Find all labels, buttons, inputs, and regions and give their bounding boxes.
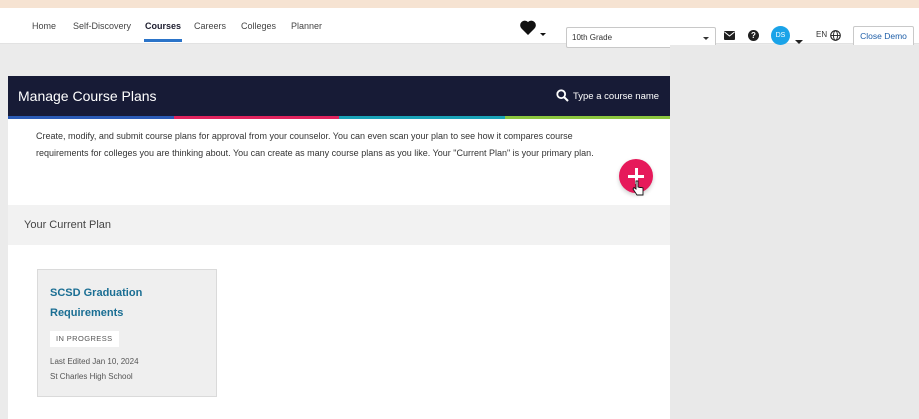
plan-meta: Last Edited Jan 10, 2024 St Charles High… [50,354,139,384]
school-name: St Charles High School [50,372,133,381]
language-label[interactable]: EN [816,25,827,45]
nav-item-colleges[interactable]: Colleges [241,8,276,44]
favorites-heart-icon[interactable] [520,17,550,37]
page-header-banner: Manage Course Plans [8,76,670,116]
nav-item-self-discovery[interactable]: Self-Discovery [73,8,131,44]
top-navigation: Home Self-Discovery Courses Careers Coll… [0,8,919,48]
chevron-down-icon[interactable] [795,40,803,44]
page-title: Manage Course Plans [18,88,157,104]
globe-icon[interactable] [830,30,841,41]
mail-icon[interactable] [724,31,735,40]
chevron-down-icon [540,33,546,36]
current-plan-section: Your Current Plan [8,205,670,245]
close-demo-button[interactable]: Close Demo [853,26,914,47]
nav-item-home[interactable]: Home [32,8,56,44]
intro-text: Create, modify, and submit course plans … [36,131,594,158]
nav-item-planner[interactable]: Planner [291,8,322,44]
chevron-down-icon [703,37,709,40]
top-strip [0,0,919,8]
last-edited: Last Edited Jan 10, 2024 [50,357,139,366]
status-badge: IN PROGRESS [50,331,119,347]
hand-cursor-icon [632,180,644,196]
course-search-input[interactable] [573,87,668,105]
help-icon[interactable]: ? [748,30,759,41]
accent-color-bar [8,116,670,119]
right-empty-area [670,45,919,419]
plan-title[interactable]: SCSD Graduation Requirements [50,283,200,323]
course-plan-card[interactable]: SCSD Graduation Requirements IN PROGRESS… [37,269,217,397]
section-heading: Your Current Plan [24,219,112,231]
nav-item-courses[interactable]: Courses [143,8,183,44]
search-icon[interactable] [556,89,569,102]
avatar[interactable]: DS [771,26,790,45]
nav-item-careers[interactable]: Careers [194,8,226,44]
grade-select-value: 10th Grade [572,33,613,42]
